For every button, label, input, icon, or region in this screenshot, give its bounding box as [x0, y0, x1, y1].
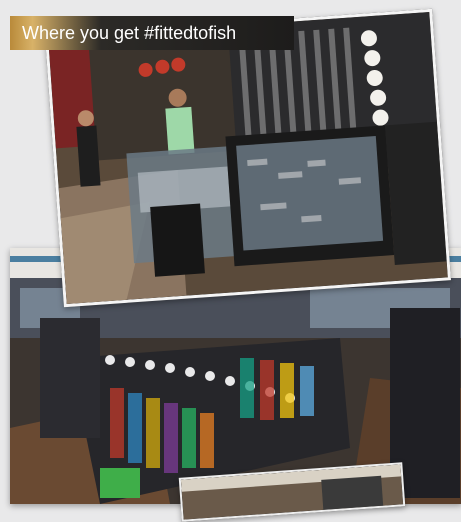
store-counter-photo	[44, 8, 452, 308]
banner-text: Where you get #fittedtofish	[22, 23, 237, 43]
hashtag-banner: Where you get #fittedtofish	[10, 16, 294, 50]
